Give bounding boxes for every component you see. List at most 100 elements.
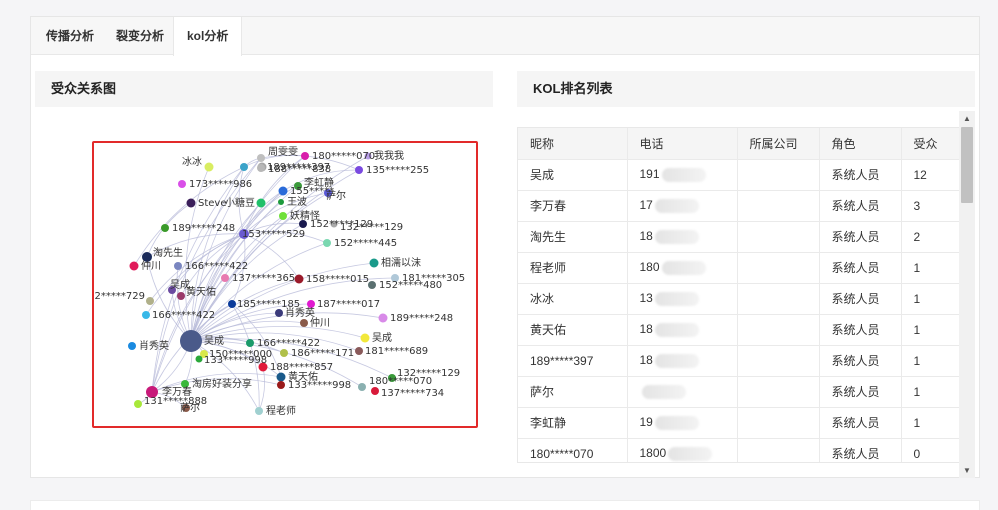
- scroll-thumb[interactable]: [961, 127, 973, 203]
- graph-node[interactable]: [378, 313, 388, 323]
- phone-blur-mask: [661, 260, 706, 275]
- graph-canvas[interactable]: 冰冰 189*****397周雯雯188*****838180*****070我我…: [94, 143, 478, 428]
- cell-audience-text: 2: [913, 229, 921, 244]
- graph-node-label: 158*****015: [306, 274, 369, 285]
- graph-node-label: 程老师: [266, 404, 296, 417]
- col-header-nickname[interactable]: 昵称: [518, 128, 628, 160]
- cell-role-text: 系统人员: [831, 230, 880, 244]
- graph-node-label: 187*****017: [317, 299, 380, 310]
- cell-nickname-text: 189*****397: [530, 353, 594, 368]
- scroll-up-icon[interactable]: ▲: [959, 111, 975, 126]
- table-row[interactable]: 黄天佑 18 系统人员 1: [518, 314, 960, 346]
- table-scrollbar[interactable]: ▲ ▼: [959, 111, 975, 478]
- graph-node[interactable]: [177, 292, 185, 300]
- graph-node[interactable]: [246, 339, 254, 347]
- cell-audience: 12: [901, 159, 960, 191]
- graph-node[interactable]: [256, 198, 266, 208]
- cell-company: [737, 159, 820, 191]
- scroll-down-icon[interactable]: ▼: [959, 463, 975, 478]
- graph-node[interactable]: [146, 297, 154, 305]
- graph-node[interactable]: [369, 258, 379, 268]
- audience-relation-graph[interactable]: 冰冰 189*****397 周雯雯 188*****838 180*****070 我我…: [92, 141, 478, 428]
- graph-node[interactable]: [255, 407, 263, 415]
- graph-node[interactable]: [278, 199, 284, 205]
- cell-role: 系统人员: [819, 314, 902, 346]
- cell-nickname-text: 吴成: [530, 168, 555, 182]
- col-header-audience[interactable]: 受众: [901, 128, 960, 160]
- cell-phone: 19: [627, 407, 738, 439]
- tab-bar: 传播分析 裂变分析 kol分析: [31, 17, 979, 56]
- cell-nickname: 李虹静: [518, 407, 628, 439]
- graph-node[interactable]: [307, 300, 315, 308]
- col-header-phone[interactable]: 电话: [627, 128, 738, 160]
- graph-node[interactable]: [257, 154, 265, 162]
- graph-node[interactable]: [368, 281, 376, 289]
- table-row[interactable]: 淘先生 18 系统人员 2: [518, 221, 960, 253]
- graph-node[interactable]: [355, 166, 363, 174]
- graph-node[interactable]: [278, 186, 288, 196]
- table-row[interactable]: 程老师 180 系统人员 1: [518, 252, 960, 284]
- graph-node[interactable]: [323, 239, 331, 247]
- phone-blur-mask: [654, 198, 699, 213]
- kol-table-container[interactable]: 昵称 电话 所属公司 角色 受众 吴成 191 系统人员 12 李万春 17 系统人员 3 淘先…: [517, 127, 961, 463]
- cell-audience: 0: [901, 438, 960, 462]
- graph-node[interactable]: [228, 300, 236, 308]
- cell-company: [737, 314, 820, 346]
- graph-node[interactable]: [186, 198, 196, 208]
- graph-node[interactable]: [240, 163, 248, 171]
- cell-audience: 1: [901, 345, 960, 377]
- cell-role: 系统人员: [819, 345, 902, 377]
- graph-node-label: 周雯雯: [268, 146, 298, 158]
- graph-node[interactable]: [277, 381, 285, 389]
- cell-phone-text: 18: [639, 322, 653, 337]
- graph-node[interactable]: [355, 347, 363, 355]
- graph-node[interactable]: [279, 212, 287, 220]
- graph-node-label: 152*****445: [334, 238, 397, 249]
- cell-role-text: 系统人员: [831, 447, 880, 461]
- col-header-role[interactable]: 角色: [819, 128, 902, 160]
- graph-node[interactable]: [276, 372, 286, 382]
- graph-node[interactable]: [294, 274, 304, 284]
- graph-node[interactable]: [195, 355, 203, 363]
- graph-node[interactable]: [204, 162, 214, 172]
- graph-node[interactable]: [174, 262, 182, 270]
- tab-kol-analysis[interactable]: kol分析: [173, 17, 243, 56]
- cell-nickname: 吴成: [518, 159, 628, 191]
- graph-node[interactable]: [280, 349, 288, 357]
- cell-nickname: 李万春: [518, 190, 628, 222]
- table-row[interactable]: 李虹静 19 系统人员 1: [518, 407, 960, 439]
- table-row[interactable]: 180*****070 1800 系统人员 0: [518, 438, 960, 462]
- table-row[interactable]: 李万春 17 系统人员 3: [518, 190, 960, 222]
- table-row[interactable]: 冰冰 13 系统人员 1: [518, 283, 960, 315]
- graph-node[interactable]: [134, 400, 142, 408]
- graph-node[interactable]: [180, 330, 202, 352]
- cell-phone-text: 180: [639, 260, 660, 275]
- graph-node[interactable]: [142, 311, 150, 319]
- graph-node[interactable]: [371, 387, 379, 395]
- tab-fission-analysis[interactable]: 裂变分析: [103, 17, 177, 55]
- cell-nickname: 冰冰: [518, 283, 628, 315]
- tab-spread-analysis[interactable]: 传播分析: [33, 17, 107, 55]
- graph-node-label: 肖秀英: [139, 339, 169, 352]
- cell-role: 系统人员: [819, 159, 902, 191]
- graph-node[interactable]: [221, 274, 229, 282]
- graph-node[interactable]: [275, 309, 283, 317]
- graph-node[interactable]: [129, 261, 139, 271]
- table-row[interactable]: 189*****397 18 系统人员 1: [518, 345, 960, 377]
- cell-phone-text: 191: [639, 167, 660, 182]
- graph-node[interactable]: [301, 152, 309, 160]
- graph-node[interactable]: [300, 319, 308, 327]
- table-row[interactable]: 吴成 191 系统人员 12: [518, 159, 960, 191]
- table-row[interactable]: 萨尔 系统人员 1: [518, 376, 960, 408]
- graph-node[interactable]: [257, 164, 265, 172]
- graph-node[interactable]: [360, 333, 370, 343]
- graph-node[interactable]: [178, 180, 186, 188]
- next-card-edge: [30, 500, 980, 510]
- graph-node-label: 黄天佑: [186, 285, 216, 298]
- graph-node[interactable]: [128, 342, 136, 350]
- graph-node[interactable]: [161, 224, 169, 232]
- cell-nickname-text: 淘先生: [530, 230, 567, 244]
- graph-node-label: 淘先生: [153, 246, 183, 259]
- graph-node[interactable]: [358, 383, 366, 391]
- col-header-company[interactable]: 所属公司: [737, 128, 820, 160]
